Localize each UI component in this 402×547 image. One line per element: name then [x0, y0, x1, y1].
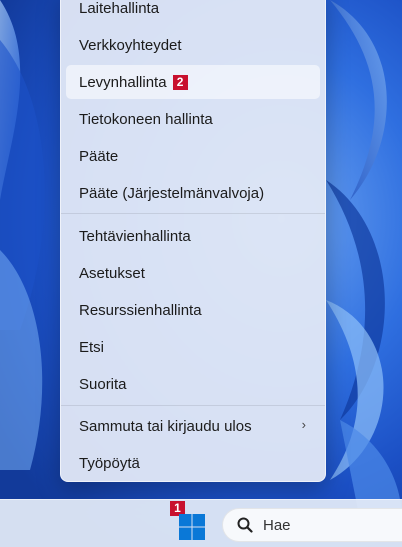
taskbar: 1 Hae — [0, 499, 402, 547]
menu-item-label: Levynhallinta — [79, 73, 167, 91]
menu-item-tyopoyta[interactable]: Työpöytä — [66, 446, 320, 480]
menu-item-suorita[interactable]: Suorita — [66, 367, 320, 401]
taskbar-search-box[interactable]: Hae — [222, 508, 402, 542]
desktop: Laitehallinta Verkkoyhteydet Levynhallin… — [0, 0, 402, 547]
menu-item-label: Pääte — [79, 147, 119, 165]
menu-item-etsi[interactable]: Etsi — [66, 330, 320, 364]
menu-separator — [61, 405, 325, 406]
menu-item-tietokoneen-hallinta[interactable]: Tietokoneen hallinta — [66, 102, 320, 136]
menu-item-sammuta[interactable]: Sammuta tai kirjaudu ulos › — [66, 409, 320, 443]
menu-item-resurssienhallinta[interactable]: Resurssienhallinta — [66, 293, 320, 327]
menu-item-label: Laitehallinta — [79, 0, 160, 17]
menu-item-verkkoyhteydet[interactable]: Verkkoyhteydet — [66, 28, 320, 62]
menu-item-label: Resurssienhallinta — [79, 301, 202, 319]
menu-item-laitehallinta[interactable]: Laitehallinta — [66, 0, 320, 25]
menu-item-paate[interactable]: Pääte — [66, 139, 320, 173]
menu-item-label: Tehtävienhallinta — [79, 227, 191, 245]
menu-item-label: Etsi — [79, 338, 105, 356]
windows-logo-icon[interactable] — [178, 513, 206, 541]
quick-link-menu: Laitehallinta Verkkoyhteydet Levynhallin… — [60, 0, 326, 482]
menu-item-paate-admin[interactable]: Pääte (Järjestelmänvalvoja) — [66, 176, 320, 210]
search-icon — [237, 517, 253, 533]
menu-item-levynhallinta[interactable]: Levynhallinta 2 — [66, 65, 320, 99]
menu-item-label: Tietokoneen hallinta — [79, 110, 213, 128]
chevron-right-icon: › — [301, 417, 306, 432]
menu-item-label: Pääte (Järjestelmänvalvoja) — [79, 184, 265, 202]
menu-separator — [61, 213, 325, 214]
search-label: Hae — [263, 516, 291, 534]
menu-item-asetukset[interactable]: Asetukset — [66, 256, 320, 290]
step-badge: 2 — [172, 74, 188, 90]
menu-item-label: Verkkoyhteydet — [79, 36, 182, 54]
menu-item-tehtavienhallinta[interactable]: Tehtävienhallinta — [66, 219, 320, 253]
menu-item-label: Sammuta tai kirjaudu ulos — [79, 417, 252, 435]
menu-item-label: Työpöytä — [79, 454, 140, 472]
menu-item-label: Suorita — [79, 375, 127, 393]
menu-item-label: Asetukset — [79, 264, 145, 282]
